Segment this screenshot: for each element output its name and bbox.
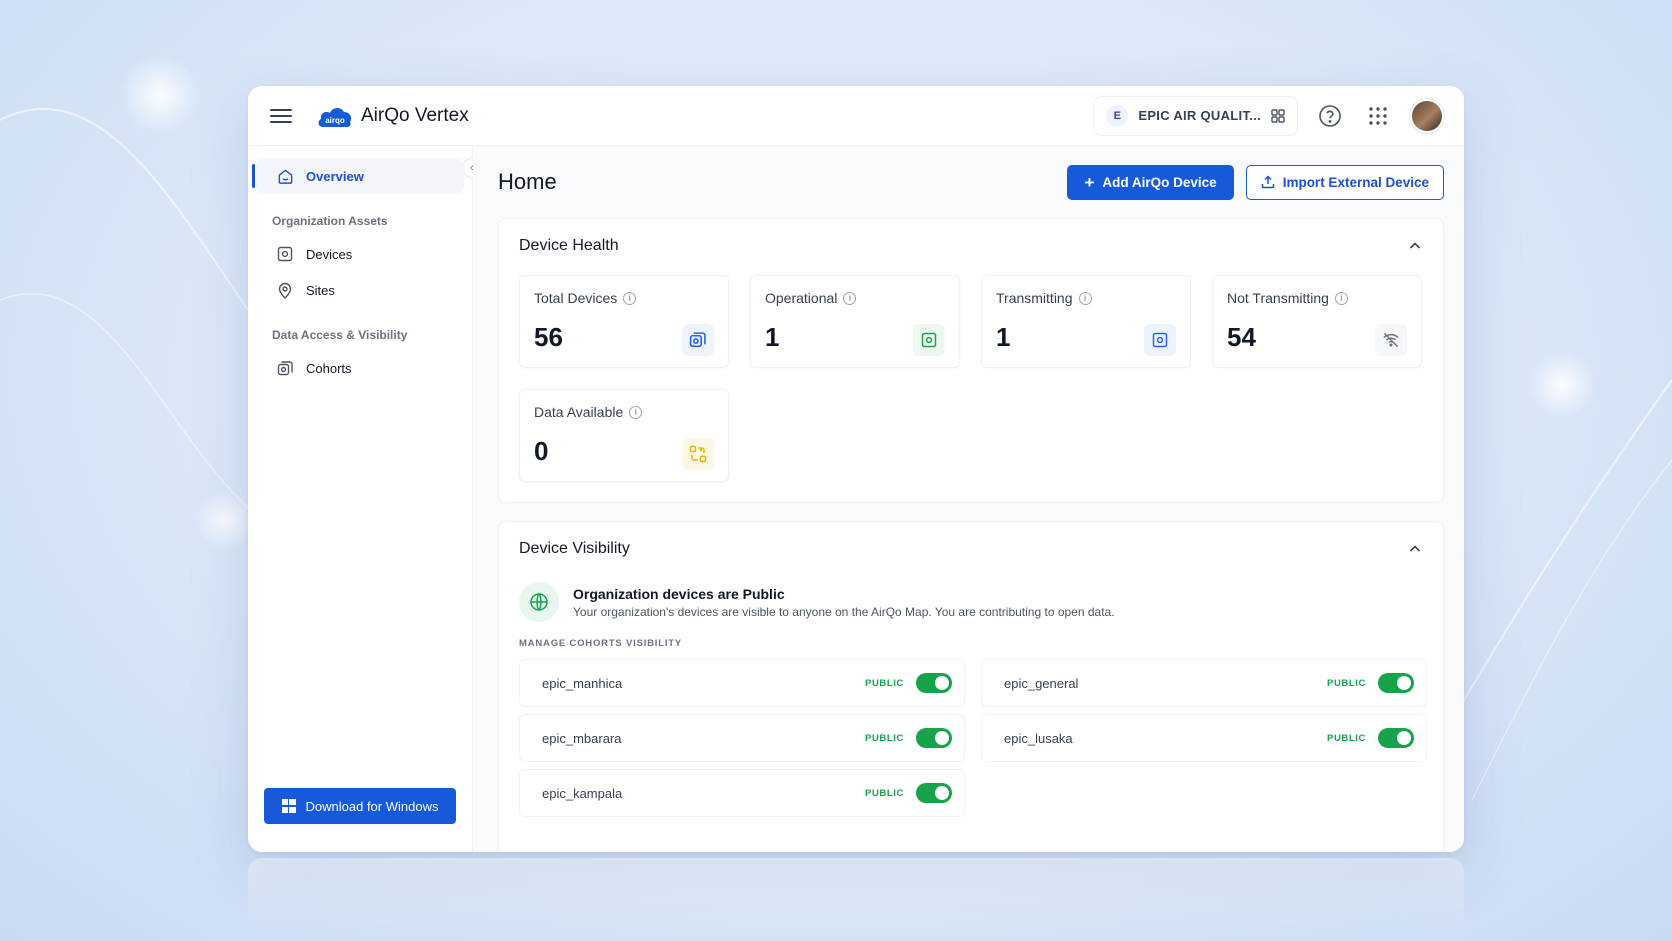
device-visibility-title: Device Visibility <box>519 540 630 557</box>
cohort-row: epic_lusaka PUBLIC <box>981 714 1427 762</box>
sidebar-item-label: Devices <box>306 246 353 262</box>
stat-label: Transmitting <box>996 290 1073 306</box>
stat-label: Not Transmitting <box>1227 290 1329 306</box>
device-icon <box>1144 324 1176 356</box>
visibility-status-title: Organization devices are Public <box>573 585 785 602</box>
stat-operational: Operational i 1 <box>750 275 960 368</box>
sidebar-section-title: Data Access & Visibility <box>272 328 408 342</box>
window-reflection <box>248 858 1464 941</box>
windows-icon <box>281 799 296 813</box>
cohort-name: epic_general <box>1004 675 1079 691</box>
top-bar: airqo AirQo Vertex E EPIC AIR QUALIT... <box>248 86 1464 146</box>
info-icon[interactable]: i <box>623 291 637 305</box>
user-avatar[interactable] <box>1410 98 1444 133</box>
public-badge: PUBLIC <box>865 787 904 799</box>
visibility-toggle[interactable] <box>916 783 952 803</box>
help-icon[interactable] <box>1314 100 1346 132</box>
cohorts-icon <box>276 359 294 377</box>
app-logo[interactable]: airqo AirQo Vertex <box>317 103 469 129</box>
device-icon <box>913 324 945 356</box>
wifi-off-icon <box>1375 324 1407 356</box>
globe-icon <box>519 582 559 622</box>
add-device-label: Add AirQo Device <box>1102 174 1217 190</box>
cohort-row: epic_mbarara PUBLIC <box>519 714 965 762</box>
home-icon <box>276 167 294 185</box>
sidebar-item-devices[interactable]: Devices <box>256 236 464 272</box>
info-icon[interactable]: i <box>1334 291 1348 305</box>
data-icon <box>682 438 714 470</box>
device-health-card: Device Health Total Devices i 56 Operatio… <box>498 218 1444 503</box>
background-wave-right <box>1452 351 1672 801</box>
plus-icon: + <box>1084 172 1095 192</box>
info-icon[interactable]: i <box>843 291 857 305</box>
cohort-name: epic_mbarara <box>542 730 622 746</box>
public-badge: PUBLIC <box>1327 732 1366 744</box>
app-title: AirQo Vertex <box>361 104 469 126</box>
menu-icon[interactable] <box>270 105 292 127</box>
public-badge: PUBLIC <box>1327 677 1366 689</box>
visibility-toggle[interactable] <box>916 728 952 748</box>
logo-text: airqo <box>325 116 345 125</box>
cohort-name: epic_lusaka <box>1004 730 1073 746</box>
main-content: Home + Add AirQo Device Import External … <box>473 146 1464 852</box>
cohort-row: epic_kampala PUBLIC <box>519 769 965 817</box>
org-name: EPIC AIR QUALIT... <box>1138 108 1261 123</box>
cohort-row: epic_general PUBLIC <box>981 659 1427 707</box>
stat-transmitting: Transmitting i 1 <box>981 275 1191 368</box>
device-health-title: Device Health <box>519 237 619 254</box>
visibility-toggle[interactable] <box>1378 728 1414 748</box>
visibility-toggle[interactable] <box>916 673 952 693</box>
device-visibility-card: Device Visibility Organization devices a… <box>498 521 1444 852</box>
sidebar: ‹ Overview Organization Assets Devices S… <box>248 146 482 852</box>
public-badge: PUBLIC <box>865 732 904 744</box>
app-window: airqo AirQo Vertex E EPIC AIR QUALIT... <box>248 86 1464 852</box>
airqo-logo-icon: airqo <box>318 107 352 127</box>
grid-switch-icon <box>1271 108 1285 123</box>
stat-not-transmitting: Not Transmitting i 54 <box>1212 275 1422 368</box>
stat-label: Total Devices <box>534 290 618 306</box>
visibility-toggle[interactable] <box>1378 673 1414 693</box>
devices-stack-icon <box>682 324 714 356</box>
download-for-windows-button[interactable]: Download for Windows <box>264 788 456 824</box>
cohort-name: epic_kampala <box>542 785 623 801</box>
map-pin-icon <box>276 281 294 299</box>
stat-label: Operational <box>765 290 838 306</box>
add-airqo-device-button[interactable]: + Add AirQo Device <box>1067 164 1234 200</box>
stat-label: Data Available <box>534 404 624 420</box>
stat-total-devices: Total Devices i 56 <box>519 275 729 368</box>
import-external-device-button[interactable]: Import External Device <box>1245 164 1444 200</box>
apps-grid-icon[interactable] <box>1362 100 1394 132</box>
org-initial: E <box>1106 104 1129 127</box>
chevron-up-icon[interactable] <box>1407 541 1423 557</box>
manage-cohorts-label: MANAGE COHORTS VISIBILITY <box>519 638 683 649</box>
download-label: Download for Windows <box>305 798 439 814</box>
page-title: Home <box>498 169 557 194</box>
sidebar-item-cohorts[interactable]: Cohorts <box>256 350 464 386</box>
sidebar-item-sites[interactable]: Sites <box>256 272 464 308</box>
sidebar-item-label: Cohorts <box>306 360 352 376</box>
organization-switcher[interactable]: E EPIC AIR QUALIT... <box>1093 95 1298 136</box>
cohort-row: epic_manhica PUBLIC <box>519 659 965 707</box>
sidebar-item-overview[interactable]: Overview <box>252 158 464 194</box>
sidebar-item-label: Overview <box>306 168 364 184</box>
stat-data-available: Data Available i 0 <box>519 389 729 482</box>
import-device-label: Import External Device <box>1282 174 1429 190</box>
upload-icon <box>1261 175 1274 189</box>
info-icon[interactable]: i <box>629 405 643 419</box>
device-icon <box>276 245 294 263</box>
chevron-up-icon[interactable] <box>1407 238 1423 254</box>
cohort-name: epic_manhica <box>542 675 623 691</box>
info-icon[interactable]: i <box>1078 291 1092 305</box>
public-badge: PUBLIC <box>865 677 904 689</box>
sidebar-item-label: Sites <box>306 282 335 298</box>
sidebar-section-title: Organization Assets <box>272 214 388 228</box>
visibility-status-desc: Your organization's devices are visible … <box>573 604 1115 619</box>
